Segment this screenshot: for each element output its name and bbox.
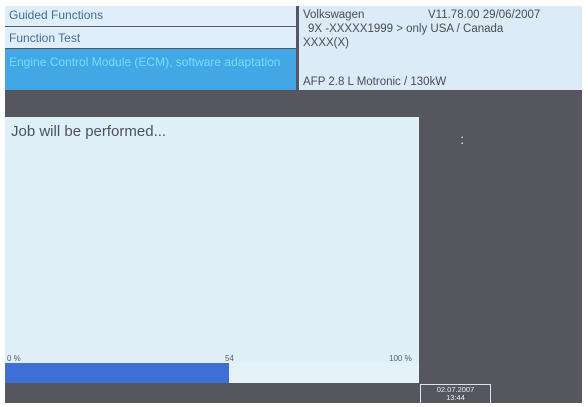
scroll-indicator-icon[interactable]: · · [460, 130, 464, 149]
datetime-display: 02.07.2007 13:44 [420, 384, 491, 403]
progress-min-label: 0 % [7, 354, 21, 363]
progress-max-label: 100 % [389, 354, 412, 363]
nav-item-guided-functions[interactable]: Guided Functions [5, 6, 296, 26]
vin-range: 9X -XXXXX1999 > only USA / Canada [308, 23, 504, 35]
nav-item-ecm-software-adaptation[interactable]: Engine Control Module (ECM), software ad… [5, 49, 296, 90]
progress-bar [5, 363, 419, 383]
vehicle-info-panel: Volkswagen V11.78.00 29/06/2007 9X -XXXX… [299, 6, 582, 90]
time-label: 13:44 [446, 393, 465, 402]
job-status-message: Job will be performed... [11, 123, 167, 140]
side-panel [419, 117, 582, 403]
progress-bar-fill [5, 363, 229, 383]
model-code: XXXX(X) [303, 37, 350, 49]
vehicle-make: Volkswagen [303, 9, 365, 21]
software-version: V11.78.00 29/06/2007 [428, 9, 541, 21]
progress-value-label: 54 [225, 354, 234, 363]
engine-description: AFP 2.8 L Motronic / 130kW [303, 76, 447, 88]
navigation-breadcrumb: Guided Functions Function Test Engine Co… [5, 6, 296, 90]
nav-item-function-test[interactable]: Function Test [5, 27, 296, 48]
job-status-panel: Job will be performed... 0 % 54 100 % [5, 117, 419, 383]
diagnostic-screen: Guided Functions Function Test Engine Co… [5, 6, 582, 403]
